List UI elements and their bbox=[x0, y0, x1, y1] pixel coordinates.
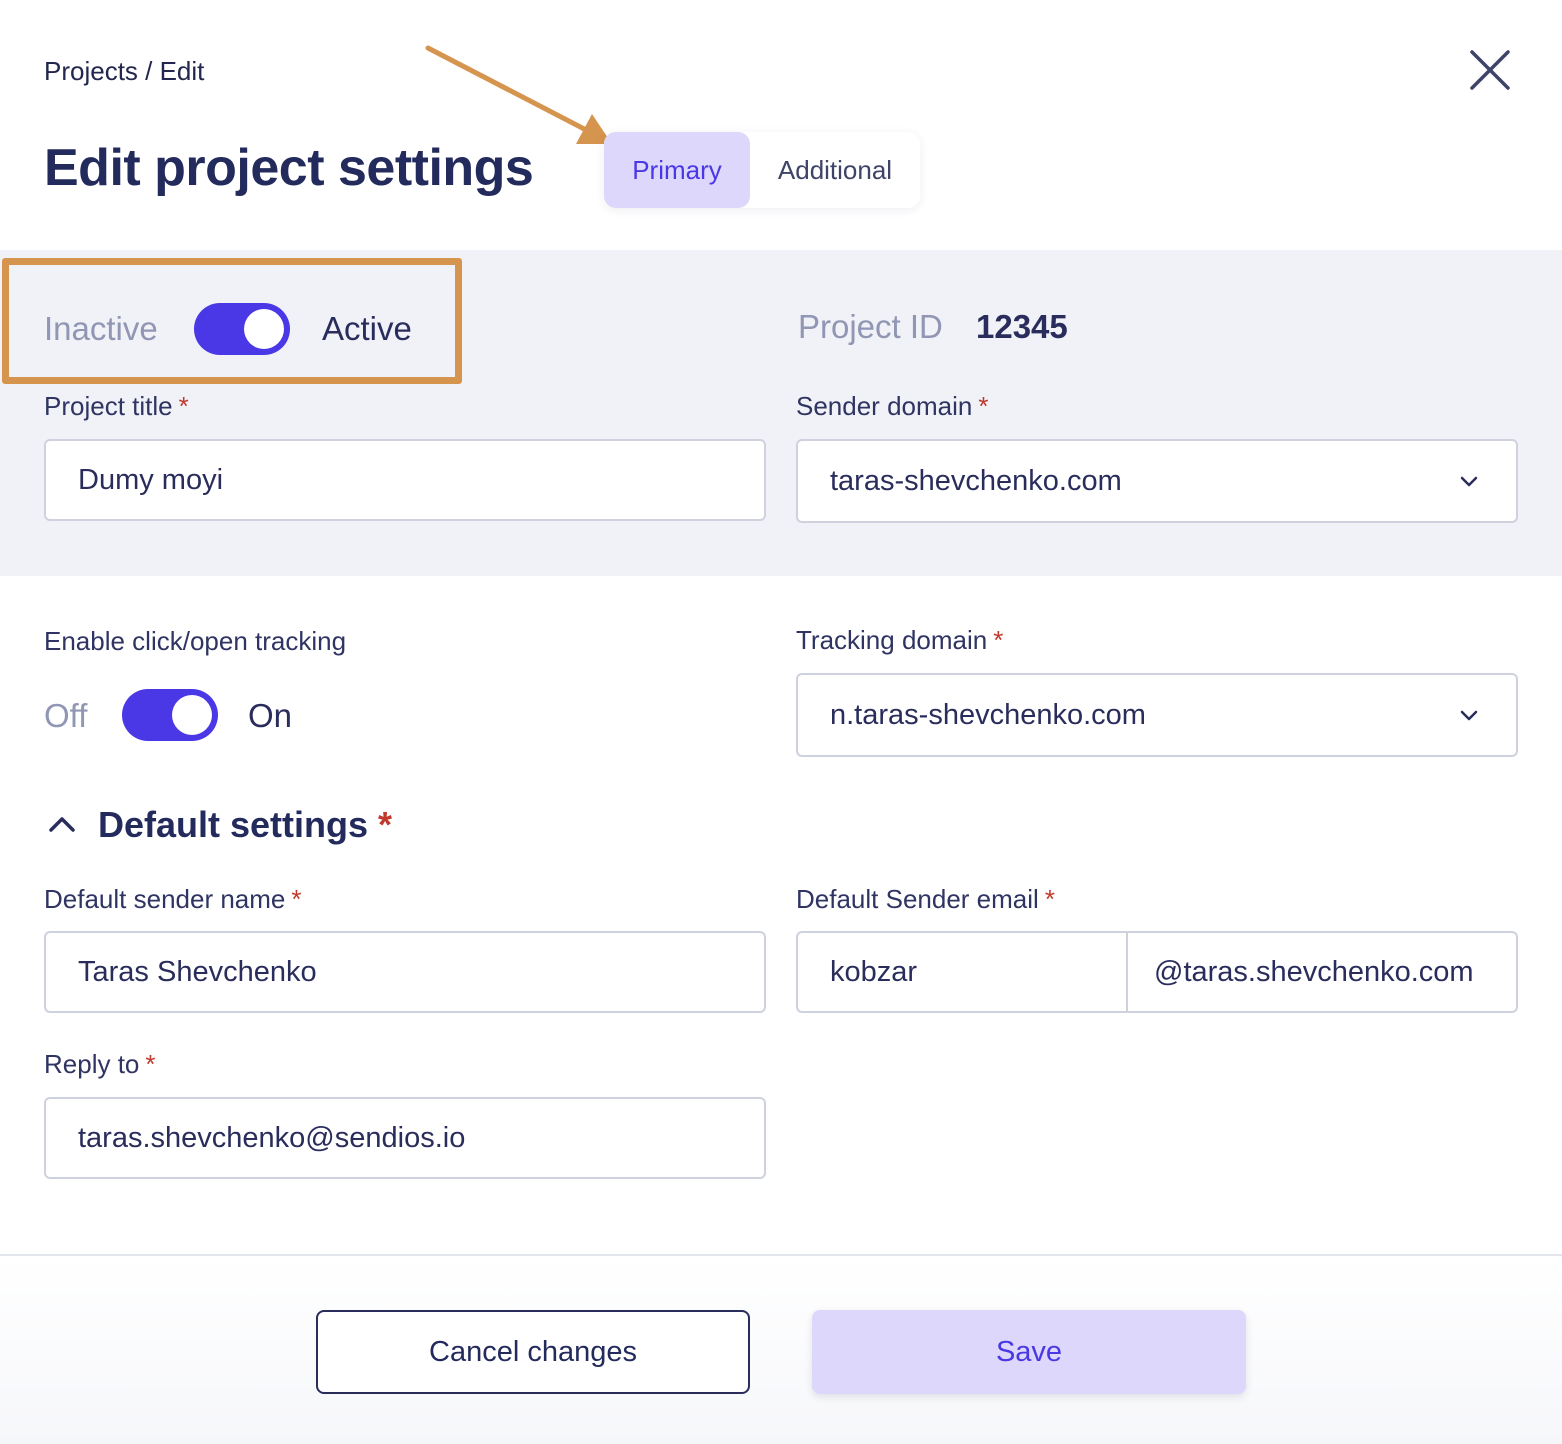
status-on-label: Active bbox=[322, 310, 412, 347]
chevron-down-icon bbox=[1460, 710, 1478, 721]
required-marker: * bbox=[145, 1049, 156, 1079]
email-domain-part: @taras.shevchenko.com bbox=[1154, 955, 1474, 988]
required-marker: * bbox=[378, 804, 393, 845]
sender-domain-label: Sender domain * bbox=[796, 391, 989, 421]
status-off-label: Inactive bbox=[44, 310, 158, 347]
tracking-on-label: On bbox=[248, 697, 293, 734]
sender-domain-select[interactable]: taras-shevchenko.com bbox=[796, 439, 1518, 523]
required-marker: * bbox=[993, 625, 1004, 655]
default-sender-name-label: Default sender name * bbox=[44, 884, 302, 914]
default-sender-email-field: kobzar @taras.shevchenko.com bbox=[796, 931, 1518, 1013]
close-button[interactable] bbox=[1466, 46, 1514, 94]
footer bbox=[0, 1256, 1562, 1444]
project-id-value: 12345 bbox=[976, 308, 1068, 345]
project-title-input[interactable]: Dumy moyi bbox=[44, 439, 766, 521]
tab-additional[interactable]: Additional bbox=[750, 132, 920, 208]
required-marker: * bbox=[178, 391, 189, 421]
tracking-off-label: Off bbox=[44, 697, 88, 734]
close-icon bbox=[1470, 50, 1510, 90]
save-button[interactable]: Save bbox=[812, 1310, 1246, 1394]
toggle-knob bbox=[244, 309, 284, 349]
default-settings-toggle[interactable]: Default settings * bbox=[46, 804, 392, 846]
required-marker: * bbox=[978, 391, 989, 421]
default-sender-name-input[interactable]: Taras Shevchenko bbox=[44, 931, 766, 1013]
cancel-changes-button[interactable]: Cancel changes bbox=[316, 1310, 750, 1394]
reply-to-input[interactable]: taras.shevchenko@sendios.io bbox=[44, 1097, 766, 1179]
tracking-domain-select[interactable]: n.taras-shevchenko.com bbox=[796, 673, 1518, 757]
chevron-down-icon bbox=[1460, 476, 1478, 487]
required-marker: * bbox=[1044, 884, 1055, 914]
tracking-label: Enable click/open tracking bbox=[44, 626, 347, 656]
project-id-label: Project ID bbox=[798, 308, 943, 345]
tracking-domain-value: n.taras-shevchenko.com bbox=[830, 698, 1146, 731]
sender-domain-value: taras-shevchenko.com bbox=[830, 464, 1122, 497]
status-toggle[interactable] bbox=[194, 303, 290, 355]
default-settings-title: Default settings bbox=[98, 804, 369, 845]
required-marker: * bbox=[291, 884, 302, 914]
email-local-part-input[interactable]: kobzar bbox=[798, 933, 1128, 1011]
tracking-domain-label: Tracking domain * bbox=[796, 625, 1004, 655]
chevron-up-icon bbox=[49, 817, 75, 832]
tab-group: Primary Additional bbox=[604, 132, 920, 208]
breadcrumb: Projects / Edit bbox=[44, 56, 205, 86]
tracking-toggle[interactable] bbox=[122, 689, 218, 741]
toggle-knob bbox=[172, 695, 212, 735]
annotation-arrow bbox=[425, 45, 612, 144]
tab-primary[interactable]: Primary bbox=[604, 132, 750, 208]
default-sender-email-label: Default Sender email * bbox=[796, 884, 1055, 914]
reply-to-label: Reply to * bbox=[44, 1049, 156, 1079]
project-title-label: Project title * bbox=[44, 391, 189, 421]
